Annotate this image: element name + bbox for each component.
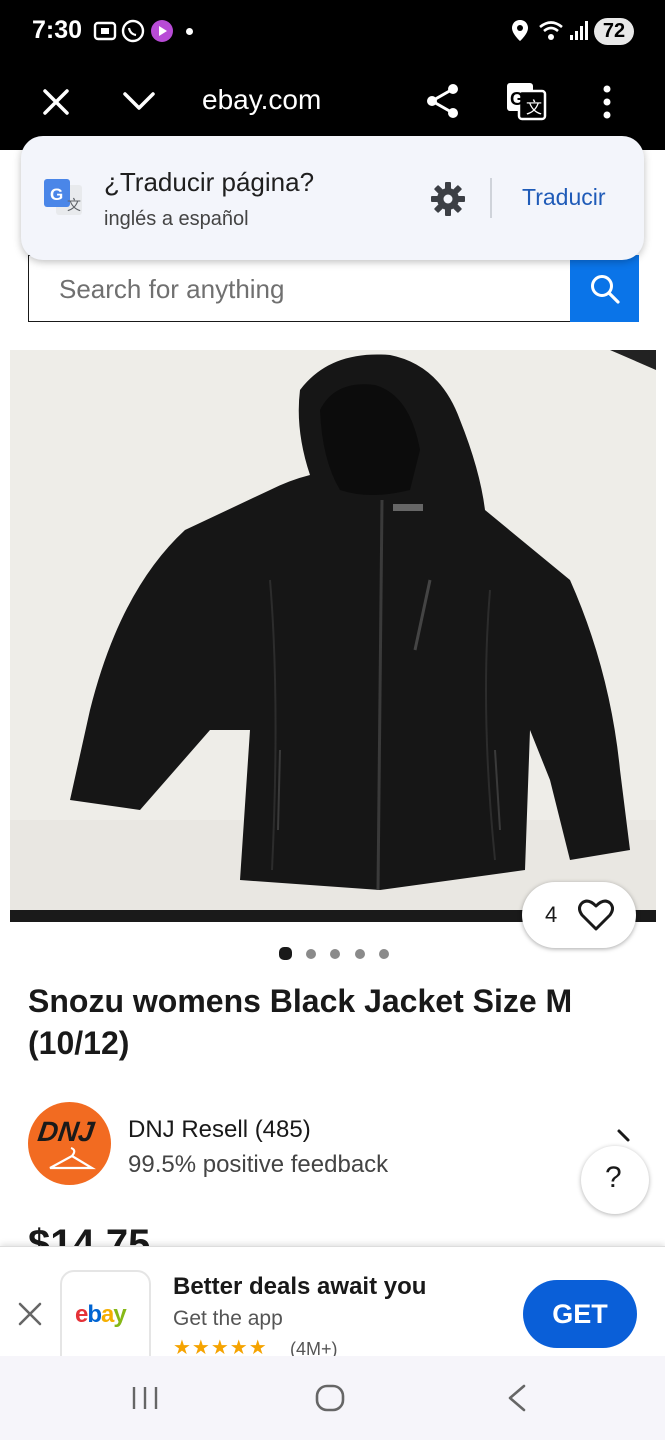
get-app-button[interactable]: GET	[523, 1280, 637, 1348]
whatsapp-icon	[121, 19, 145, 43]
rating-count: (4M+)	[290, 1339, 338, 1356]
product-image[interactable]	[10, 350, 656, 922]
chevron-down-icon[interactable]	[122, 90, 156, 112]
rating-stars: ★★★★★	[173, 1337, 268, 1356]
ebay-app-logo: ebay	[60, 1270, 151, 1356]
jacket-photo	[10, 350, 656, 922]
screenshot-icon	[93, 21, 117, 41]
carousel-dot[interactable]	[330, 949, 340, 959]
location-icon	[512, 20, 528, 41]
url-field[interactable]: ebay.com	[202, 84, 321, 116]
svg-text:ebay: ebay	[75, 1301, 127, 1328]
carousel-dot[interactable]	[306, 949, 316, 959]
svg-text:文: 文	[526, 98, 542, 117]
search-placeholder: Search for anything	[59, 274, 285, 304]
heart-icon	[578, 899, 614, 931]
signal-icon	[570, 21, 588, 40]
seller-feedback: 99.5% positive feedback	[128, 1151, 389, 1178]
hanger-icon	[49, 1146, 96, 1170]
seller-avatar[interactable]: DNJ	[28, 1102, 111, 1185]
app-install-banner: ebay Better deals await you Get the app …	[0, 1246, 665, 1356]
back-icon[interactable]	[505, 1383, 529, 1413]
price: $14.75	[28, 1222, 151, 1246]
translate-title: ¿Traducir página?	[104, 167, 315, 197]
video-app-icon	[151, 20, 173, 42]
share-icon[interactable]	[424, 82, 462, 120]
ebay-logo: ebay	[75, 1301, 128, 1328]
more-vert-icon[interactable]	[600, 84, 614, 120]
carousel-dot-active[interactable]	[279, 947, 292, 960]
system-nav-bar	[0, 1356, 665, 1440]
search-input[interactable]: Search for anything	[28, 255, 570, 322]
carousel-dot[interactable]	[355, 949, 365, 959]
help-button[interactable]: ?	[581, 1146, 649, 1214]
close-icon[interactable]	[42, 88, 70, 116]
seller-avatar-text: DNJ	[35, 1116, 97, 1147]
translate-languages: inglés a español	[104, 208, 249, 230]
divider	[490, 178, 492, 218]
carousel-dot[interactable]	[379, 949, 389, 959]
gear-icon[interactable]	[429, 180, 467, 218]
watch-button[interactable]: 4	[522, 882, 636, 948]
battery-indicator: 72	[594, 18, 634, 45]
seller-name[interactable]: DNJ Resell (485)	[128, 1116, 311, 1144]
recents-icon[interactable]	[130, 1384, 160, 1412]
search-button[interactable]	[570, 255, 639, 322]
product-title: Snozu womens Black Jacket Size M (10/12)	[28, 983, 573, 1061]
help-label: ?	[605, 1161, 622, 1194]
translate-icon[interactable]: G 文	[505, 81, 547, 121]
search-icon	[591, 275, 620, 304]
close-icon[interactable]	[17, 1301, 43, 1327]
translate-popup: G 文 ¿Traducir página? inglés a español T…	[21, 136, 644, 260]
google-translate-icon: G 文	[44, 179, 82, 215]
svg-text:文: 文	[67, 198, 81, 214]
svg-text:G: G	[50, 185, 63, 204]
status-bar: 7:30 72	[0, 0, 665, 64]
home-icon[interactable]	[314, 1383, 346, 1413]
status-time: 7:30	[32, 16, 83, 44]
svg-text:G: G	[510, 89, 524, 109]
wifi-icon	[539, 21, 563, 40]
banner-subtitle: Get the app	[173, 1307, 283, 1330]
notification-dot	[186, 28, 193, 35]
banner-title: Better deals await you	[173, 1273, 427, 1300]
translate-button[interactable]: Traducir	[522, 184, 606, 211]
watch-count: 4	[545, 902, 558, 927]
